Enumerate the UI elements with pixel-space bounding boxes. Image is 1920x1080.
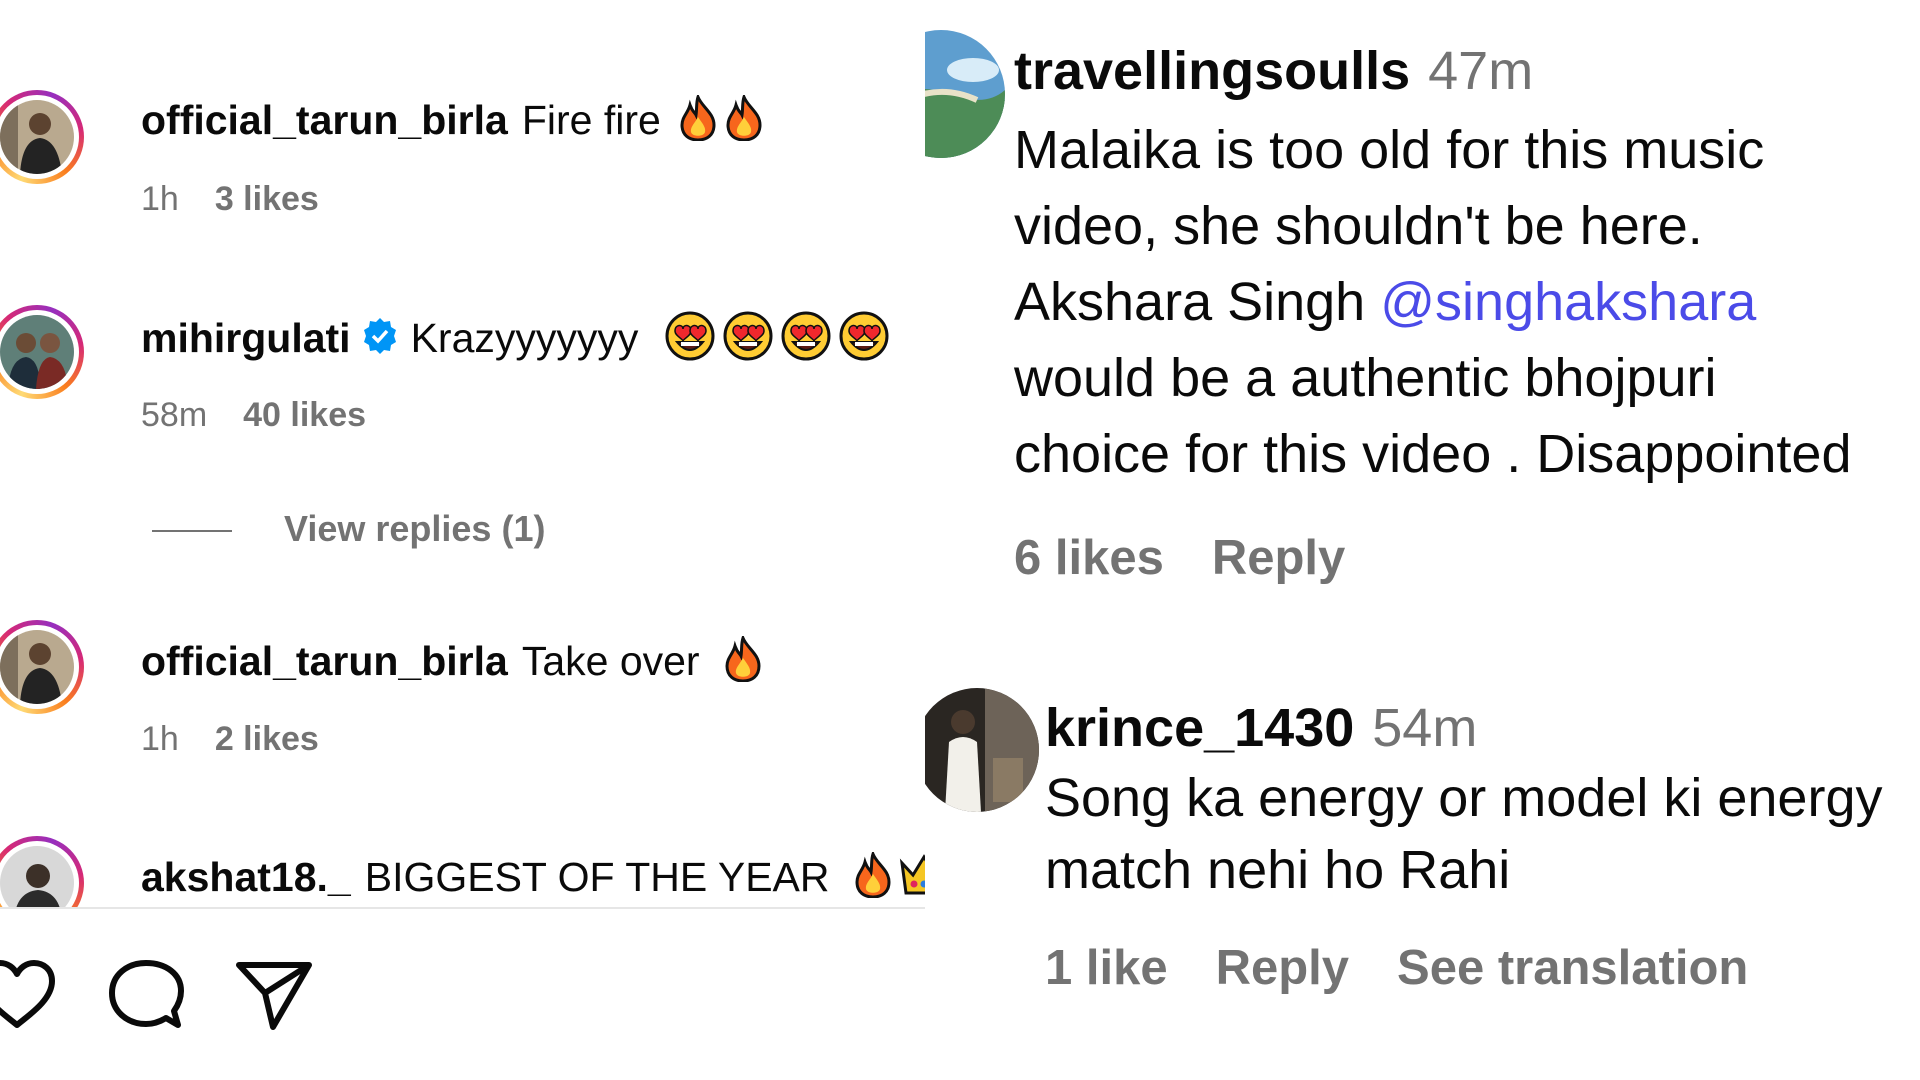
heart-icon[interactable] [0, 959, 56, 1034]
avatar[interactable] [0, 90, 84, 184]
comment-time: 54m [1372, 698, 1478, 758]
comment-text: official_tarun_birla Take over [141, 633, 763, 692]
verified-badge-icon [361, 317, 399, 365]
comment-likes[interactable]: 40 likes [243, 396, 366, 434]
comment-header: krince_1430 54m [1045, 697, 1477, 759]
fire-emoji-icon [678, 92, 718, 151]
comment-username[interactable]: krince_1430 [1045, 698, 1354, 758]
reply-button[interactable]: Reply [1216, 941, 1349, 995]
see-translation-button[interactable]: See translation [1397, 941, 1748, 995]
avatar[interactable] [925, 688, 1039, 812]
reply-button[interactable]: Reply [1212, 531, 1345, 585]
avatar[interactable] [925, 30, 1005, 158]
comments-panel-left: official_tarun_birla Fire fire 1h 3 likes … [0, 0, 925, 1080]
comment-body: Song ka energy or model ki energy match … [1045, 762, 1882, 906]
comment-line-text: Akshara Singh [1014, 272, 1381, 332]
comment-time: 47m [1428, 41, 1534, 101]
comment-username[interactable]: akshat18._ [141, 854, 351, 900]
comment-line: choice for this video . Disappointed [1014, 424, 1852, 484]
comment-username[interactable]: official_tarun_birla [141, 97, 508, 143]
comment-likes[interactable]: 6 likes [1014, 531, 1164, 585]
comment-icon[interactable] [108, 959, 184, 1036]
crown-emoji-icon [899, 853, 925, 907]
heart-eyes-emoji-icon [838, 310, 890, 372]
heart-eyes-emoji-icon [780, 310, 832, 372]
comment-actions: 1 like Reply See translation [1045, 940, 1796, 996]
comment-meta: 1h 2 likes [141, 720, 319, 759]
comment-header: travellingsoulls 47m [1014, 40, 1533, 102]
comment-body: Fire fire [521, 96, 661, 143]
comment-body: Malaika is too old for this music video,… [1014, 112, 1851, 492]
comment-line: Malaika is too old for this music [1014, 120, 1765, 180]
comment-meta: 1h 3 likes [141, 180, 319, 219]
comment-meta: 58m 40 likes [141, 396, 366, 435]
comment-text: akshat18._ BIGGEST OF THE YEAR [141, 849, 925, 908]
view-replies-button[interactable]: View replies (1) [152, 508, 545, 550]
replies-divider [152, 530, 232, 533]
comment-line: video, she shouldn't be here. [1014, 196, 1703, 256]
fire-emoji-icon [853, 849, 893, 908]
comment-likes[interactable]: 3 likes [215, 180, 319, 218]
view-replies-label: View replies (1) [284, 508, 546, 549]
fire-emoji-icon [724, 92, 764, 151]
heart-eyes-emoji-icon [722, 310, 774, 372]
share-icon[interactable] [235, 959, 313, 1036]
comment-text: official_tarun_birla Fire fire [141, 92, 764, 151]
action-bar [0, 907, 925, 1080]
comment-time: 58m [141, 396, 208, 434]
comment-username[interactable]: mihirgulati [141, 315, 351, 361]
fire-emoji-icon [723, 633, 763, 692]
comment-line: Akshara Singh @singhakshara [1014, 264, 1851, 340]
comment-username[interactable]: travellingsoulls [1014, 41, 1410, 101]
heart-eyes-emoji-icon [664, 310, 716, 372]
comment-line: match nehi ho Rahi [1045, 840, 1511, 900]
comments-panel-right: travellingsoulls 47m Malaika is too old f… [925, 0, 1920, 1080]
avatar[interactable] [0, 305, 84, 399]
comment-body: Take over [521, 637, 700, 684]
comment-actions: 6 likes Reply [1014, 530, 1393, 586]
mention-link[interactable]: @singhakshara [1380, 272, 1756, 332]
comment-text: mihirgulati Krazyyyyyyy [141, 310, 890, 372]
comment-line: would be a authentic bhojpuri [1014, 348, 1717, 408]
comment-line: Song ka energy or model ki energy [1045, 768, 1883, 828]
comment-likes[interactable]: 2 likes [215, 720, 319, 758]
avatar[interactable] [0, 620, 84, 714]
comment-likes[interactable]: 1 like [1045, 941, 1168, 995]
comment-body: Krazyyyyyyy [410, 314, 639, 361]
comment-time: 1h [141, 180, 179, 218]
comment-username[interactable]: official_tarun_birla [141, 638, 508, 684]
comment-body: BIGGEST OF THE YEAR [364, 853, 830, 900]
comment-time: 1h [141, 720, 179, 758]
